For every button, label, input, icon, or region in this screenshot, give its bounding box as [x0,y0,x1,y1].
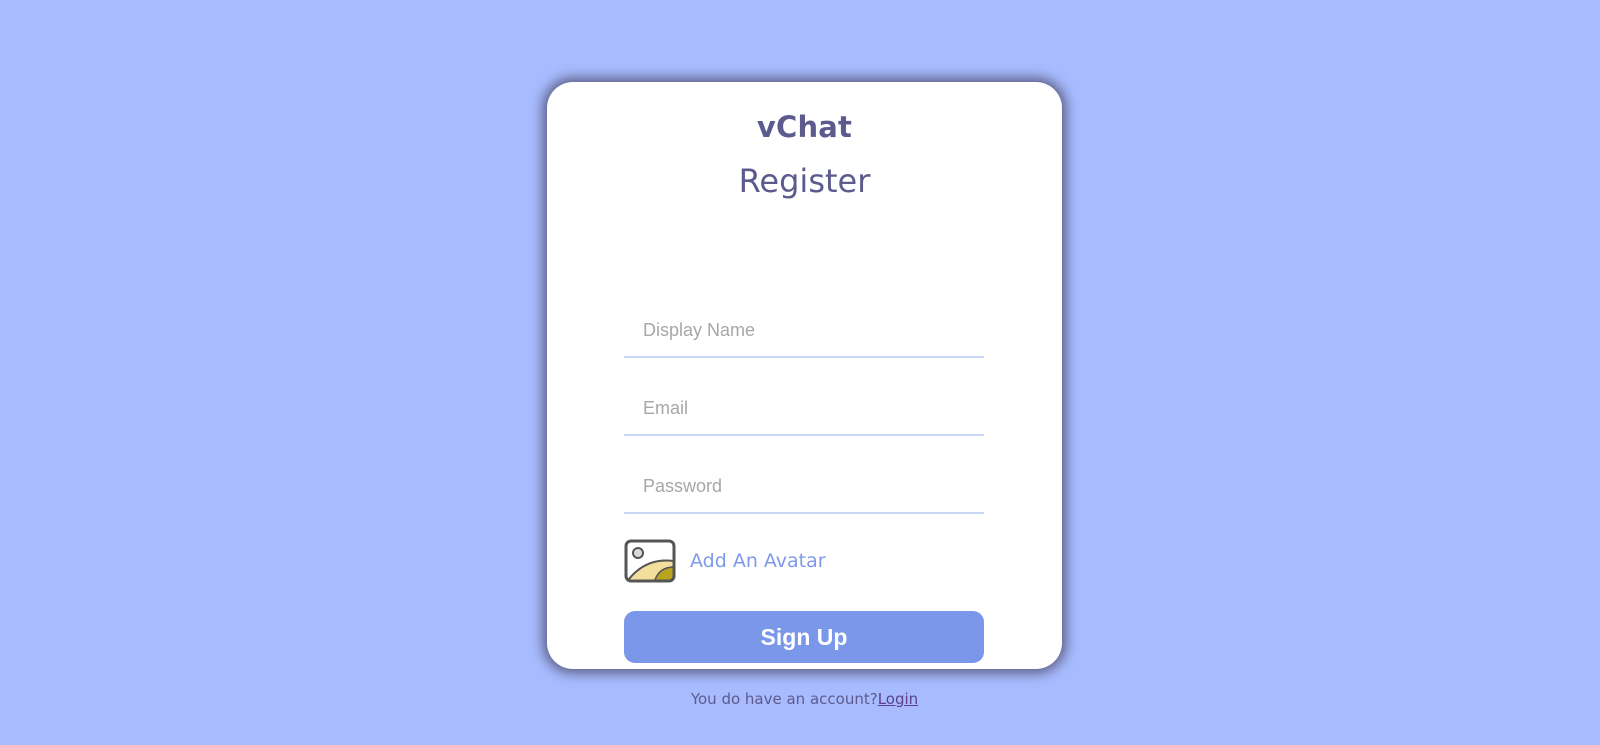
sign-up-button[interactable]: Sign Up [624,611,984,663]
password-input[interactable] [624,460,984,514]
register-card: vChat Register Add An Avatar Sign Up You… [547,82,1062,708]
image-icon [624,539,676,583]
login-link[interactable]: Login [878,690,918,708]
add-avatar-label: Add An Avatar [690,550,826,572]
login-prompt: You do have an account?Login [547,690,1062,708]
page-title: Register [738,162,871,200]
email-input[interactable] [624,382,984,436]
login-prompt-text: You do have an account? [690,690,878,708]
add-avatar-button[interactable]: Add An Avatar [624,538,826,584]
app-logo: vChat [756,110,853,144]
display-name-input[interactable] [624,304,984,358]
